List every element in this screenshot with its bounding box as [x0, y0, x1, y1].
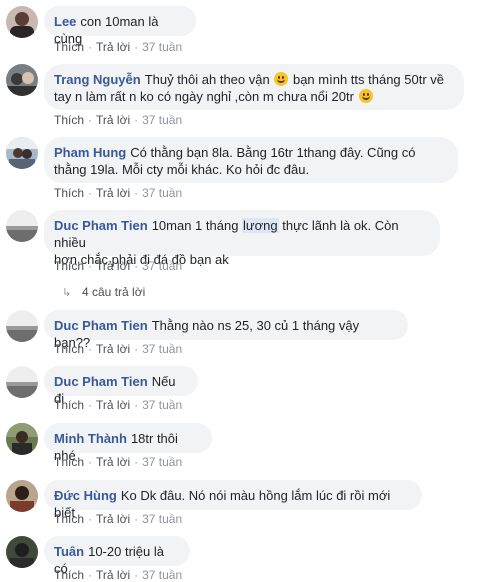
separator: · — [134, 113, 139, 127]
timestamp-link[interactable]: 37 tuần — [142, 398, 182, 412]
comment-text: 10man 1 tháng — [151, 218, 239, 233]
separator: · — [88, 455, 93, 469]
like-link[interactable]: Thích — [54, 259, 84, 273]
like-link[interactable]: Thích — [54, 113, 84, 127]
separator: · — [88, 40, 93, 54]
reply-link[interactable]: Trả lời — [96, 259, 130, 273]
comment-author-link[interactable]: Trang Nguyễn — [54, 72, 141, 87]
separator: · — [134, 398, 139, 412]
avatar[interactable] — [6, 6, 38, 38]
comment-bubble: Duc Pham Tien Nếu đi — [44, 366, 198, 406]
avatar[interactable] — [6, 137, 38, 169]
comment-text: bạn mình tts tháng 50tr về — [292, 72, 445, 87]
reply-link[interactable]: Trả lời — [96, 186, 130, 200]
separator: · — [134, 342, 139, 356]
comment-author-link[interactable]: Tuân — [54, 544, 84, 559]
comment-bubble: Đức Hùng Ko Dk đâu. Nó nói màu hồng lắm l… — [44, 480, 422, 520]
separator: · — [88, 398, 93, 412]
comment-bubble: Minh Thành 18tr thôi nhé — [44, 423, 212, 463]
timestamp-link[interactable]: 37 tuần — [142, 113, 182, 127]
comment-text: tay n làm rất n ko có ngày nghỉ ,còn m c… — [54, 89, 354, 104]
reply-link[interactable]: Trả lời — [96, 568, 130, 582]
separator: · — [88, 113, 93, 127]
avatar[interactable] — [6, 210, 38, 242]
comment-author-link[interactable]: Duc Pham Tien — [54, 218, 148, 233]
comment-bubble: Pham Hung Có thằng bạn 8la. Bằng 16tr 1th… — [44, 137, 458, 183]
timestamp-link[interactable]: 37 tuần — [142, 568, 182, 582]
separator: · — [134, 455, 139, 469]
separator: · — [88, 568, 93, 582]
replies-count-label: 4 câu trả lời — [82, 285, 146, 299]
timestamp-link[interactable]: 37 tuần — [142, 40, 182, 54]
comment-actions: Thích · Trả lời · 37 tuần — [54, 259, 182, 273]
separator: · — [134, 186, 139, 200]
comment-actions: Thích · Trả lời · 37 tuần — [54, 40, 182, 54]
timestamp-link[interactable]: 37 tuần — [142, 455, 182, 469]
comment-author-link[interactable]: Đức Hùng — [54, 488, 117, 503]
avatar[interactable] — [6, 536, 38, 568]
avatar[interactable] — [6, 310, 38, 342]
separator: · — [134, 568, 139, 582]
reply-link[interactable]: Trả lời — [96, 113, 130, 127]
comment-text: Thuỷ thôi ah theo vận — [144, 72, 270, 87]
comment-bubble: Trang Nguyễn Thuỷ thôi ah theo vận bạn mì… — [44, 64, 464, 110]
smile-emoji-icon — [358, 89, 373, 103]
avatar[interactable] — [6, 480, 38, 512]
highlighted-keyword: lương — [242, 218, 279, 233]
comment-actions: Thích · Trả lời · 37 tuần — [54, 455, 182, 469]
like-link[interactable]: Thích — [54, 186, 84, 200]
comment-actions: Thích · Trả lời · 37 tuần — [54, 512, 182, 526]
reply-link[interactable]: Trả lời — [96, 398, 130, 412]
comment-thread: Lee con 10man là cùng Thích · Trả lời · 37 tu… — [0, 0, 482, 582]
reply-link[interactable]: Trả lời — [96, 342, 130, 356]
comment-actions: Thích · Trả lời · 37 tuần — [54, 186, 182, 200]
timestamp-link[interactable]: 37 tuần — [142, 259, 182, 273]
separator: · — [88, 186, 93, 200]
comment-actions: Thích · Trả lời · 37 tuần — [54, 398, 182, 412]
comment-text: Có thằng bạn 8la. Bằng 16tr 1thang đây. … — [130, 145, 416, 160]
comment-actions: Thích · Trả lời · 37 tuần — [54, 342, 182, 356]
view-replies-link[interactable]: ↳ 4 câu trả lời — [62, 285, 145, 300]
like-link[interactable]: Thích — [54, 455, 84, 469]
timestamp-link[interactable]: 37 tuần — [142, 342, 182, 356]
like-link[interactable]: Thích — [54, 398, 84, 412]
separator: · — [88, 342, 93, 356]
comment-bubble: Duc Pham Tien 10man 1 tháng lương thực lã… — [44, 210, 440, 267]
timestamp-link[interactable]: 37 tuần — [142, 186, 182, 200]
comment-author-link[interactable]: Duc Pham Tien — [54, 374, 148, 389]
separator: · — [88, 259, 93, 273]
comment-text: thằng 19la. Mỗi cty mỗi khác. Ko hỏi đc … — [54, 162, 310, 177]
reply-link[interactable]: Trả lời — [96, 40, 130, 54]
comment-author-link[interactable]: Minh Thành — [54, 431, 127, 446]
separator: · — [134, 40, 139, 54]
comment-author-link[interactable]: Duc Pham Tien — [54, 318, 148, 333]
timestamp-link[interactable]: 37 tuần — [142, 512, 182, 526]
avatar[interactable] — [6, 423, 38, 455]
comment-bubble: Tuân 10-20 triệu là có — [44, 536, 190, 576]
comment-author-link[interactable]: Lee — [54, 14, 76, 29]
comment-actions: Thích · Trả lời · 37 tuần — [54, 113, 182, 127]
like-link[interactable]: Thích — [54, 512, 84, 526]
reply-link[interactable]: Trả lời — [96, 512, 130, 526]
avatar[interactable] — [6, 366, 38, 398]
like-link[interactable]: Thích — [54, 342, 84, 356]
separator: · — [134, 512, 139, 526]
comment-author-link[interactable]: Pham Hung — [54, 145, 126, 160]
like-link[interactable]: Thích — [54, 40, 84, 54]
separator: · — [134, 259, 139, 273]
separator: · — [88, 512, 93, 526]
avatar[interactable] — [6, 64, 38, 96]
comment-actions: Thích · Trả lời · 37 tuần — [54, 568, 182, 582]
reply-arrow-icon: ↳ — [62, 287, 72, 299]
reply-link[interactable]: Trả lời — [96, 455, 130, 469]
comment-bubble: Lee con 10man là cùng — [44, 6, 196, 46]
comment-bubble: Duc Pham Tien Thằng nào ns 25, 30 củ 1 th… — [44, 310, 408, 350]
like-link[interactable]: Thích — [54, 568, 84, 582]
smile-emoji-icon — [274, 72, 289, 86]
